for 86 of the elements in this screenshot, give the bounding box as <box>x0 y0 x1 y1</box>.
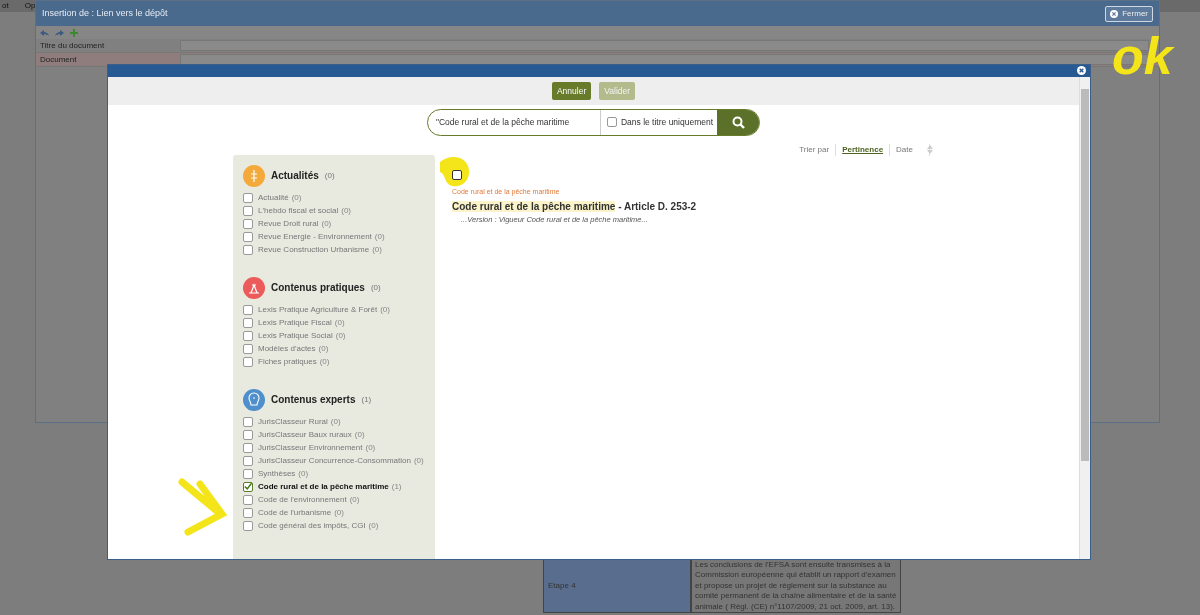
menu-item[interactable]: ot <box>2 0 9 12</box>
sort-arrows-icon[interactable] <box>927 143 933 156</box>
dialog-title: Insertion de : Lien vers le dépôt <box>42 6 168 20</box>
close-icon[interactable] <box>1077 66 1086 76</box>
filter-label: Synthèses <box>258 468 296 478</box>
field-label: Titre du document <box>40 39 106 52</box>
facet-title: Contenus experts <box>271 393 356 408</box>
filter-checkbox[interactable] <box>243 520 253 531</box>
result-title[interactable]: Code rural et de la pêche maritime - Article D. 253-2 <box>452 199 939 215</box>
filter-checkbox[interactable] <box>243 192 253 203</box>
filter-label: JurisClasseur Concurrence-Consommation <box>258 455 411 465</box>
filter-count: (0) <box>298 468 309 478</box>
filter-label: L'hebdo fiscal et social <box>258 205 339 215</box>
filter-count: (0) <box>334 317 345 327</box>
filter-count: (0) <box>368 520 379 530</box>
filter-count: (0) <box>334 507 344 517</box>
filter-checkbox[interactable] <box>243 468 253 479</box>
filter-checkbox[interactable] <box>243 244 253 255</box>
filter-count: (0) <box>374 231 385 241</box>
filter-label: Actualité <box>258 192 289 202</box>
scrollbar[interactable] <box>1079 76 1090 559</box>
filter-count: (1) <box>391 481 402 491</box>
search-button[interactable] <box>717 109 760 135</box>
facet-title: Contenus pratiques <box>271 281 365 296</box>
filter-count: (0) <box>372 244 382 254</box>
checkbox[interactable] <box>606 117 617 128</box>
filter-label: JurisClasseur Environnement <box>258 442 363 452</box>
filter-label: Code de l'urbanisme <box>258 507 332 517</box>
filter-count: (0) <box>341 205 352 215</box>
checkbox-label: Dans le titre uniquement <box>620 115 714 129</box>
facet-title: Actualités <box>271 169 319 184</box>
filter-label: Lexis Pratique Fiscal <box>258 317 332 327</box>
filter-checkbox[interactable] <box>243 507 253 518</box>
filter-count: (0) <box>335 330 346 340</box>
search-field[interactable]: "Code rural et de la pêche maritime <box>427 109 600 135</box>
field-label: Document <box>40 53 78 66</box>
menu-item[interactable]: Op <box>24 0 36 12</box>
redo-icon[interactable] <box>55 28 64 37</box>
cancel-button[interactable]: Annuler <box>551 81 592 101</box>
filter-count: (0) <box>319 356 330 366</box>
filter-label: Lexis Pratique Agriculture & Forêt <box>258 304 378 314</box>
close-button[interactable]: Fermer <box>1105 5 1153 22</box>
sort-label: Trier par <box>799 143 837 156</box>
filter-label: Modèles d'actes <box>258 343 316 353</box>
filter-checkbox[interactable] <box>243 304 253 315</box>
filter-label: Code rural et de la pêche maritime <box>258 481 389 491</box>
filter-checkbox[interactable] <box>243 429 253 440</box>
filter-count: (0) <box>318 343 329 353</box>
filter-label: Revue Construction Urbanisme <box>258 244 370 254</box>
filter-checkbox[interactable] <box>243 416 253 427</box>
filter-checkbox[interactable] <box>243 343 253 354</box>
filter-label: Revue Energie - Environnement <box>258 231 372 241</box>
filter-label: Revue Droit rural <box>258 218 319 228</box>
facet-count: (0) <box>324 169 335 182</box>
filter-count: (0) <box>380 304 390 314</box>
filter-checkbox[interactable] <box>243 442 253 453</box>
facet-count: (1) <box>361 393 372 406</box>
filter-checkbox[interactable] <box>243 231 253 242</box>
undo-icon[interactable] <box>40 28 49 37</box>
close-icon <box>1110 9 1119 18</box>
filter-label: Fiches pratiques <box>258 356 317 366</box>
filter-count: (0) <box>321 218 332 228</box>
search-icon <box>731 115 745 129</box>
filter-checkbox[interactable] <box>243 330 253 341</box>
table-cell: Etape 4 <box>543 559 691 613</box>
filter-checkbox[interactable] <box>243 455 253 466</box>
filter-checkbox[interactable] <box>243 494 253 505</box>
filter-checkbox[interactable] <box>243 218 253 229</box>
filter-count: (0) <box>349 494 360 504</box>
filter-label: JurisClasseur Baux ruraux <box>258 429 352 439</box>
filter-label: Code de l'environnement <box>258 494 347 504</box>
filter-count: (0) <box>330 416 341 426</box>
filter-count: (0) <box>354 429 365 439</box>
sort-option[interactable]: Pertinence <box>842 143 891 156</box>
facet-count: (0) <box>370 281 381 294</box>
filter-count: (0) <box>413 455 424 465</box>
filter-label: Code général des impôts, CGI <box>258 520 366 530</box>
filter-count: (0) <box>365 442 376 452</box>
filter-label: Lexis Pratique Social <box>258 330 333 340</box>
filter-checkbox[interactable] <box>243 356 253 367</box>
filter-checkbox[interactable] <box>243 205 253 216</box>
filter-checkbox[interactable] <box>243 317 253 328</box>
annotation-text: ok <box>1112 30 1173 82</box>
filter-checkbox[interactable] <box>243 481 253 492</box>
filter-count: (0) <box>291 192 302 202</box>
filter-label: JurisClasseur Rural <box>258 416 328 426</box>
